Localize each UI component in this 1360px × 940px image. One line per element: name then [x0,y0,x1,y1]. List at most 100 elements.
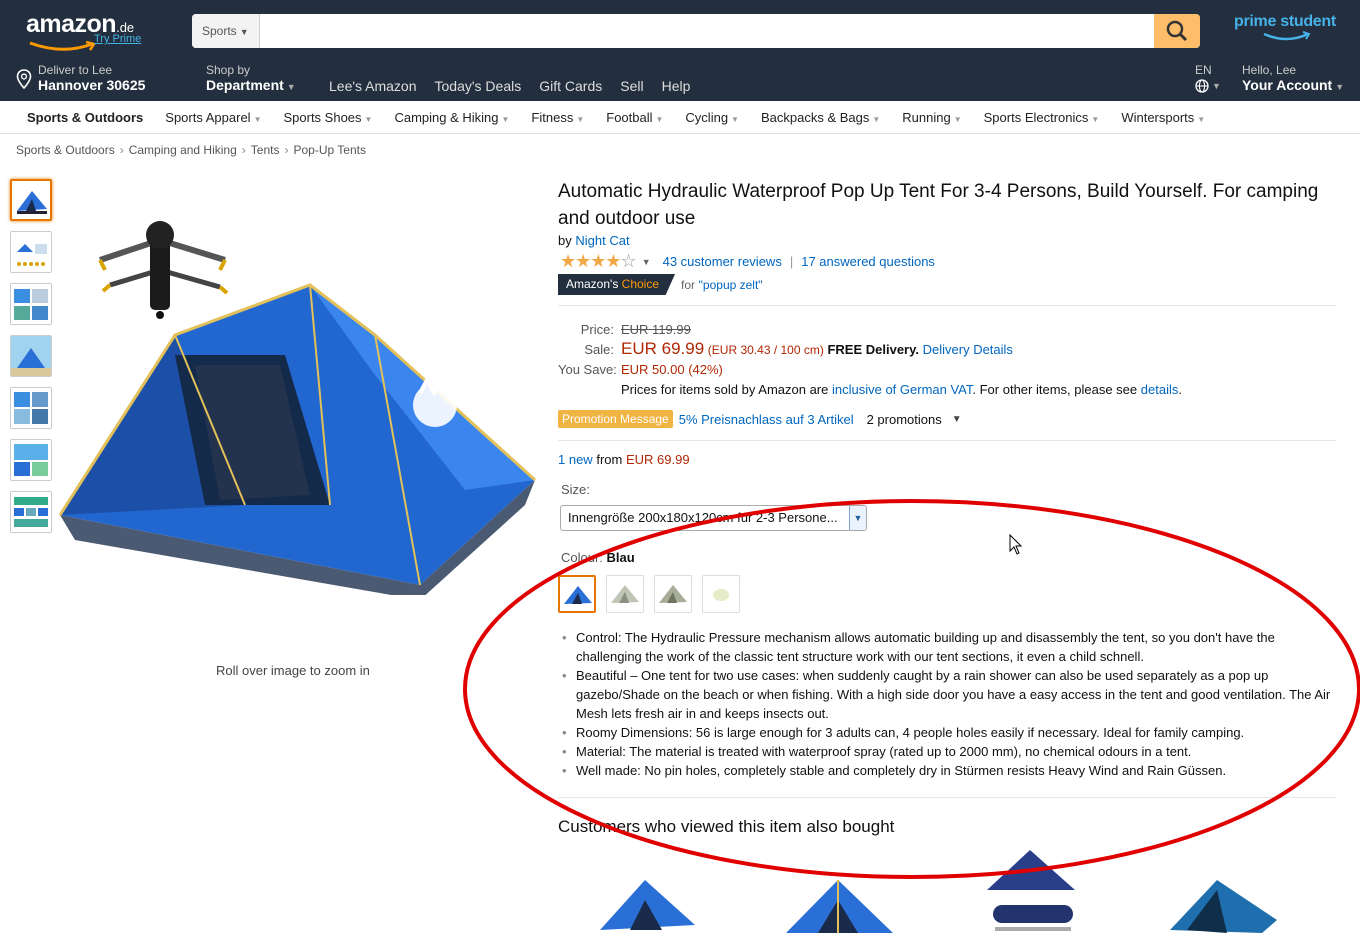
thumbnail-5[interactable] [10,387,52,429]
subnav-label: Cycling [685,109,729,125]
customer-reviews-link[interactable]: 43 customer reviews [663,254,782,269]
chevron-down-icon[interactable]: ▼ [642,257,651,267]
rating-row: ★★★★☆ ▼ 43 customer reviews | 17 answere… [560,251,935,272]
greeting: Hello, Lee [1242,63,1297,77]
chevron-down-icon: ▼ [849,506,866,530]
size-label: Size: [561,482,590,497]
product-main-image[interactable] [55,215,545,595]
subnav-label: Sports Shoes [283,109,362,125]
nav-links: Lee's Amazon Today's Deals Gift Cards Se… [329,78,690,94]
chevron-down-icon[interactable]: ▼ [952,414,962,425]
tent-thumbnail-icon [14,444,48,476]
subnav-sports-outdoors[interactable]: Sports & Outdoors [27,110,143,125]
swatch-light[interactable] [702,575,740,613]
subnav-item[interactable]: Camping & Hiking ▼ [394,110,509,125]
swatch-blau[interactable] [558,575,596,613]
chevron-down-icon: ▼ [1212,81,1221,91]
chevron-down-icon: ▼ [501,114,510,124]
search-button[interactable] [1154,14,1200,48]
thumbnail-1[interactable] [10,179,52,221]
subnav-label: Sports Electronics [983,109,1089,125]
subnav-item[interactable]: Football ▼ [606,110,663,125]
account-label: Your Account [1242,77,1333,93]
nav-link-lees-amazon[interactable]: Lee's Amazon [329,78,417,94]
breadcrumb-item[interactable]: Tents [251,143,280,157]
tent-swatch-icon [659,585,687,603]
promotion-link[interactable]: 5% Preisnachlass auf 3 Artikel [679,412,854,427]
search-input[interactable] [260,14,1154,48]
thumbnail-2[interactable] [10,231,52,273]
subnav-item[interactable]: Sports Apparel ▼ [165,110,261,125]
subnav-item[interactable]: Backpacks & Bags ▼ [761,110,880,125]
also-bought-item-4[interactable] [1162,845,1292,940]
choice-badge-text-b: Choice [621,277,660,291]
account-menu[interactable]: Hello, Lee Your Account ▼ [1242,63,1344,93]
sale-label: Sale: [584,342,614,357]
subnav-item[interactable]: Wintersports ▼ [1121,110,1205,125]
tent-thumbnail-icon [17,191,47,214]
delivery-details-link[interactable]: Delivery Details [923,342,1013,357]
choice-search-term-link[interactable]: "popup zelt" [699,278,763,292]
search-category-dropdown[interactable]: Sports ▼ [192,14,260,48]
language-selector[interactable]: EN ▼ [1195,63,1221,93]
also-bought-item-1[interactable] [590,845,720,940]
stars-empty: ☆ [620,251,637,271]
also-bought-item-2[interactable] [778,845,908,940]
promotions-count[interactable]: 2 promotions [867,412,942,427]
shop-by-department[interactable]: Shop by Department ▼ [206,63,296,93]
feature-bullet: Beautiful – One tent for two use cases: … [562,666,1332,723]
swatch-green-grey[interactable] [654,575,692,613]
vat-details-link[interactable]: details [1141,382,1179,397]
swatch-grey[interactable] [606,575,644,613]
chevron-down-icon: ▼ [253,114,262,124]
breadcrumb-item[interactable]: Camping and Hiking [129,143,237,157]
breadcrumb: Sports & Outdoors › Camping and Hiking › Ten… [16,143,366,157]
breadcrumb-item[interactable]: Pop-Up Tents [293,143,366,157]
chevron-down-icon: ▼ [1091,114,1100,124]
colour-selected: Blau [606,550,635,565]
amazon-logo[interactable]: amazon.de Try Prime [26,10,141,51]
answered-questions-link[interactable]: 17 answered questions [801,254,935,269]
prime-student-logo[interactable]: prime student [1234,13,1336,31]
thumbnail-7[interactable] [10,491,52,533]
byline: by Night Cat [558,233,630,248]
subnav-item[interactable]: Sports Electronics ▼ [984,110,1100,125]
also-bought-item-3[interactable] [975,845,1105,940]
amazons-choice-badge[interactable]: Amazon's Choice [558,274,676,295]
subnav-item[interactable]: Fitness ▼ [531,110,584,125]
deliver-to[interactable]: Deliver to Lee Hannover 30625 [16,63,145,93]
prime-smile-icon [1263,31,1311,41]
thumbnail-4[interactable] [10,335,52,377]
star-rating-icon[interactable]: ★★★★☆ [560,251,637,272]
thumbnail-6[interactable] [10,439,52,481]
breadcrumb-item[interactable]: Sports & Outdoors [16,143,115,157]
colour-label: Colour: Blau [561,550,635,565]
subnav-item[interactable]: Sports Shoes ▼ [283,110,372,125]
promotion-badge: Promotion Message [558,410,673,428]
chevron-down-icon: ▼ [655,114,664,124]
nav-link-todays-deals[interactable]: Today's Deals [435,78,522,94]
tent-swatch-icon [713,589,729,601]
tent-thumbnail-icon [17,244,47,266]
size-dropdown[interactable]: Innengröße 200x180x120cm für 2-3 Persone… [560,505,867,531]
new-offers-link[interactable]: 1 new [558,452,593,467]
colour-label-text: Colour: [561,550,603,565]
subnav-item[interactable]: Running ▼ [902,110,961,125]
vat-link[interactable]: inclusive of German VAT [832,382,972,397]
breadcrumb-separator-icon: › [119,143,124,157]
zoom-hint: Roll over image to zoom in [216,663,370,678]
search-bar: Sports ▼ [192,14,1200,48]
try-prime-link[interactable]: Try Prime [94,33,141,45]
divider [558,797,1336,798]
subnav-item[interactable]: Cycling ▼ [685,110,739,125]
nav-link-sell[interactable]: Sell [620,78,643,94]
promotion-row: Promotion Message 5% Preisnachlass auf 3… [558,410,962,428]
breadcrumb-separator-icon: › [241,143,246,157]
shopby-label: Shop by [206,63,251,77]
choice-badge-text-a: Amazon's [566,277,619,291]
nav-link-help[interactable]: Help [662,78,691,94]
nav-link-gift-cards[interactable]: Gift Cards [539,78,602,94]
brand-link[interactable]: Night Cat [575,233,629,248]
chevron-down-icon: ▼ [239,27,249,37]
thumbnail-3[interactable] [10,283,52,325]
